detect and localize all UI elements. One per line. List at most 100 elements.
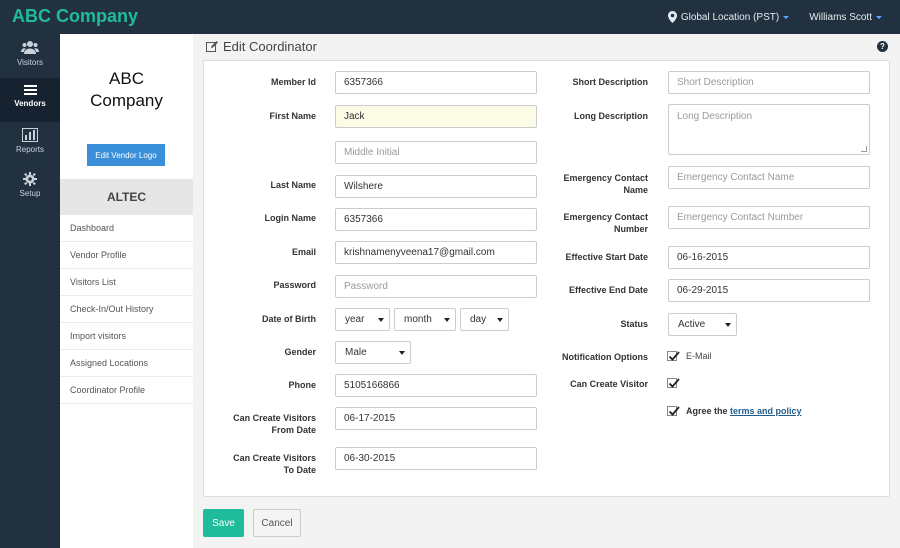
first-name-input[interactable]: Jack — [335, 105, 537, 128]
coordinator-form: Member Id 6357366 First Name Jack Middle… — [203, 60, 890, 497]
status-select[interactable]: Active — [668, 313, 737, 336]
edit-vendor-logo-button[interactable]: Edit Vendor Logo — [87, 144, 165, 166]
vendor-menu-visitors-list[interactable]: Visitors List — [60, 269, 193, 296]
emergency-name-input[interactable]: Emergency Contact Name — [668, 166, 870, 189]
nav-setup-label: Setup — [19, 189, 41, 198]
emergency-number-input[interactable]: Emergency Contact Number — [668, 206, 870, 229]
to-date-input[interactable]: 06-30-2015 — [335, 447, 537, 470]
nav-reports-label: Reports — [15, 145, 44, 154]
check-icon — [668, 406, 680, 416]
login-name-input[interactable]: 6357366 — [335, 208, 537, 231]
vendor-company-logo: ABC Company — [60, 68, 193, 112]
end-date-input[interactable]: 06-29-2015 — [668, 279, 870, 302]
vendor-menu-vendor-profile[interactable]: Vendor Profile — [60, 242, 193, 269]
location-label: Global Location (PST) — [680, 11, 780, 23]
bar-chart-icon — [22, 128, 38, 142]
status-label: Status — [620, 319, 648, 329]
terms-policy-link[interactable]: terms and policy — [730, 406, 802, 416]
location-selector[interactable]: Global Location (PST) — [667, 11, 790, 23]
emergency-number-label-line-1: Emergency Contact — [563, 212, 648, 222]
dob-label: Date of Birth — [262, 314, 316, 324]
dob-year-value: year — [345, 314, 365, 325]
long-description-placeholder: Long Description — [677, 111, 753, 122]
dropdown-arrow-icon — [399, 351, 405, 355]
gear-icon — [23, 172, 37, 186]
company-line-1: ABC — [109, 69, 144, 88]
start-date-label: Effective Start Date — [565, 252, 648, 262]
vendor-menu-dashboard[interactable]: Dashboard — [60, 215, 193, 242]
vendor-menu: Dashboard Vendor Profile Visitors List C… — [60, 215, 193, 404]
top-right-area: Global Location (PST) Williams Scott — [667, 0, 900, 34]
nav-vendors-label: Vendors — [14, 99, 46, 108]
save-button[interactable]: Save — [203, 509, 244, 537]
from-date-label-line-1: Can Create Visitors — [233, 413, 316, 423]
cancel-button[interactable]: Cancel — [253, 509, 301, 537]
emergency-name-label-line-1: Emergency Contact — [563, 173, 648, 183]
emergency-name-label-line-2: Name — [623, 185, 648, 195]
gender-select[interactable]: Male — [335, 341, 411, 364]
agree-terms-text: Agree the terms and policy — [686, 406, 802, 416]
help-icon[interactable]: ? — [877, 41, 888, 52]
long-description-textarea[interactable]: Long Description — [668, 104, 870, 155]
emergency-number-label: Emergency Contact Number — [534, 211, 648, 235]
member-id-label: Member Id — [270, 77, 316, 87]
agree-label: Agree the — [686, 406, 728, 416]
resize-grip-icon[interactable] — [861, 146, 867, 152]
gender-value: Male — [345, 347, 367, 358]
short-description-input[interactable]: Short Description — [668, 71, 870, 94]
page-title-text: Edit Coordinator — [223, 39, 317, 54]
notification-options-label: Notification Options — [562, 352, 648, 362]
phone-input[interactable]: 5105166866 — [335, 374, 537, 397]
list-icon — [23, 85, 37, 95]
member-id-input[interactable]: 6357366 — [335, 71, 537, 94]
agree-terms-checkbox[interactable] — [667, 406, 680, 416]
to-date-label: Can Create Visitors To Date — [216, 452, 316, 476]
gender-label: Gender — [284, 347, 316, 357]
dropdown-arrow-icon — [497, 318, 503, 322]
last-name-label: Last Name — [270, 180, 316, 190]
email-notification-label: E-Mail — [686, 351, 712, 361]
top-bar: ABC Company Global Location (PST) Willia… — [0, 0, 900, 34]
emergency-number-label-line-2: Number — [613, 224, 648, 234]
dob-day-value: day — [470, 314, 487, 325]
vendor-menu-assigned-locations[interactable]: Assigned Locations — [60, 350, 193, 377]
long-description-label: Long Description — [574, 111, 648, 121]
vendor-name-heading: ALTEC — [60, 179, 193, 215]
nav-setup[interactable]: Setup — [0, 166, 60, 210]
user-menu[interactable]: Williams Scott — [809, 12, 882, 23]
end-date-label: Effective End Date — [568, 285, 648, 295]
brand-title[interactable]: ABC Company — [12, 6, 138, 27]
nav-reports[interactable]: Reports — [0, 122, 60, 166]
dob-month-select[interactable]: month — [394, 308, 456, 331]
dropdown-arrow-icon — [378, 318, 384, 322]
phone-label: Phone — [288, 380, 316, 390]
can-create-visitor-label: Can Create Visitor — [570, 379, 648, 389]
dob-day-select[interactable]: day — [460, 308, 509, 331]
vendor-menu-import-visitors[interactable]: Import visitors — [60, 323, 193, 350]
edit-icon — [206, 40, 218, 52]
from-date-input[interactable]: 06-17-2015 — [335, 407, 537, 430]
status-value: Active — [678, 319, 706, 330]
page-title: Edit Coordinator — [206, 39, 317, 54]
from-date-label-line-2: From Date — [271, 425, 316, 435]
middle-initial-input[interactable]: Middle Initial — [335, 141, 537, 164]
email-notification-checkbox[interactable] — [667, 351, 680, 361]
password-input[interactable]: Password — [335, 275, 537, 298]
nav-vendors[interactable]: Vendors — [0, 78, 60, 122]
email-input[interactable]: krishnamenyveena17@gmail.com — [335, 241, 537, 264]
company-line-2: Company — [90, 91, 163, 110]
last-name-input[interactable]: Wilshere — [335, 175, 537, 198]
dob-year-select[interactable]: year — [335, 308, 390, 331]
can-create-visitor-checkbox[interactable] — [667, 378, 680, 388]
emergency-name-label: Emergency Contact Name — [534, 172, 648, 196]
chevron-down-icon — [783, 15, 790, 19]
nav-rail: Visitors Vendors Reports Setup — [0, 34, 60, 548]
start-date-input[interactable]: 06-16-2015 — [668, 246, 870, 269]
short-description-label: Short Description — [572, 77, 648, 87]
vendor-sidebar: ABC Company Edit Vendor Logo ALTEC Dashb… — [60, 34, 193, 548]
check-icon — [668, 351, 680, 361]
vendor-menu-coordinator-profile[interactable]: Coordinator Profile — [60, 377, 193, 404]
login-name-label: Login Name — [264, 213, 316, 223]
vendor-menu-check-in-out-history[interactable]: Check-In/Out History — [60, 296, 193, 323]
nav-visitors[interactable]: Visitors — [0, 34, 60, 78]
